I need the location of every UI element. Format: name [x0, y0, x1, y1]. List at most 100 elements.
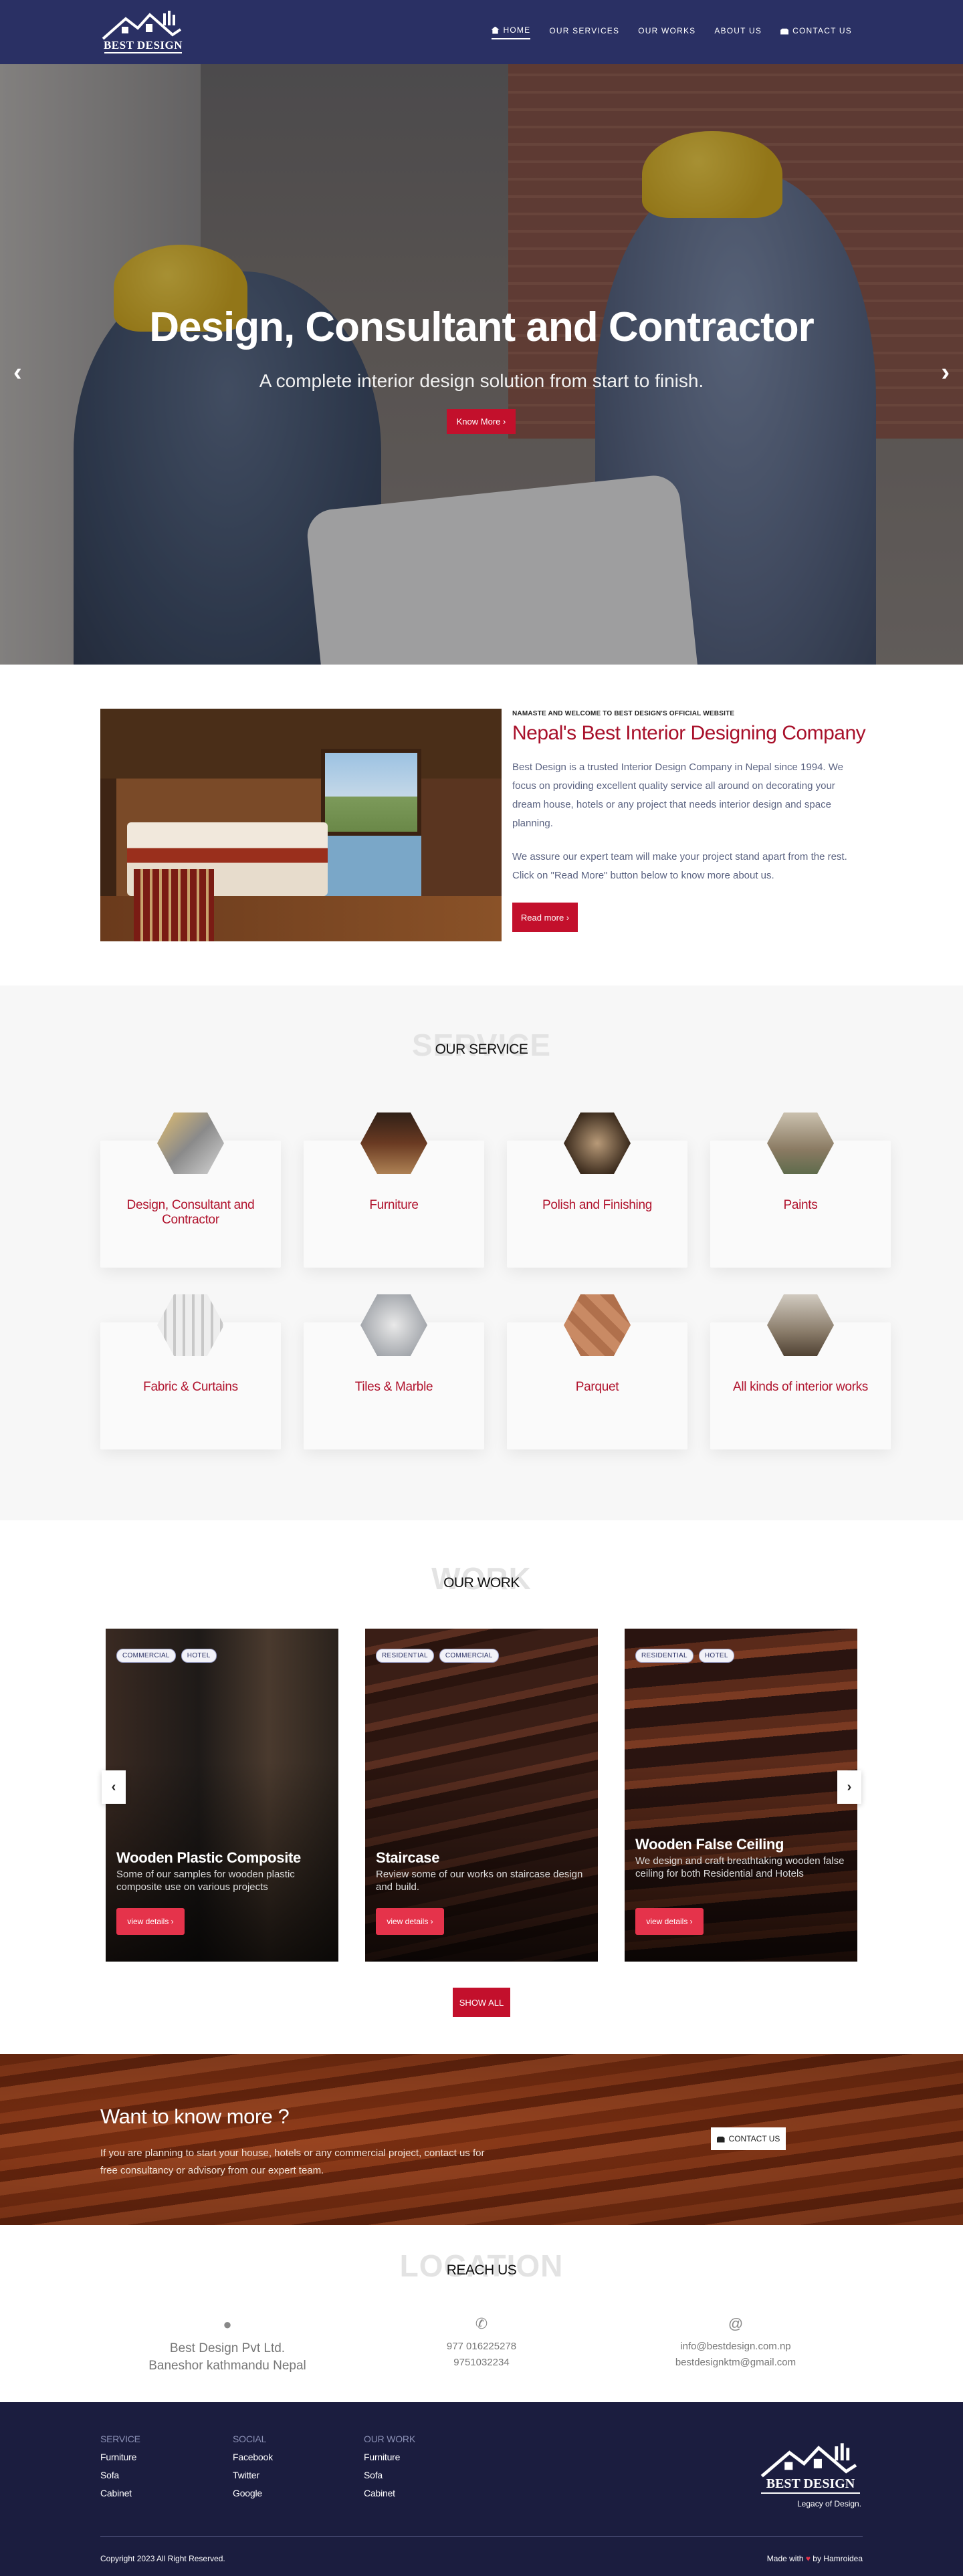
work-desc: Review some of our works on staircase de… — [376, 1869, 583, 1893]
about-paragraph-1: Best Design is a trusted Interior Design… — [512, 762, 843, 829]
email-address[interactable]: bestdesignktm@gmail.com — [655, 2355, 816, 2371]
hero-overlay — [0, 64, 963, 665]
view-details-button[interactable]: view details › — [376, 1908, 444, 1935]
footer-col-title: OUR WORK — [364, 2434, 415, 2444]
work-title: Staircase — [376, 1849, 440, 1866]
footer-col-service: SERVICE Furniture Sofa Cabinet — [100, 2434, 140, 2502]
work-desc: Some of our samples for wooden plastic c… — [116, 1869, 295, 1893]
footer-col-title: SOCIAL — [233, 2434, 267, 2444]
work-title: Wooden False Ceiling — [635, 1836, 784, 1853]
work-tag: COMMERCIAL — [116, 1649, 176, 1663]
service-title: Parquet — [575, 1380, 619, 1394]
service-title: Polish and Finishing — [542, 1198, 653, 1212]
service-card[interactable]: Furniture — [304, 1113, 484, 1268]
view-details-button[interactable]: view details › — [635, 1908, 704, 1935]
footer-link[interactable]: Furniture — [100, 2448, 140, 2466]
phone-number[interactable]: 9751032234 — [415, 2355, 548, 2371]
services-title: OUR SERVICE — [435, 1042, 528, 1057]
service-card[interactable]: Tiles & Marble — [304, 1294, 484, 1449]
work-card[interactable]: RESIDENTIAL HOTEL Wooden False Ceiling We… — [625, 1629, 857, 1962]
work-title: OUR WORK — [443, 1575, 520, 1591]
home-icon — [491, 26, 500, 34]
logo-house-icon — [760, 2443, 857, 2478]
nav-our-services[interactable]: OUR SERVICES — [549, 26, 619, 39]
service-title: Design, Consultant and Contractor — [126, 1198, 255, 1227]
chair-shape — [134, 869, 214, 941]
service-card[interactable]: Parquet — [507, 1294, 687, 1449]
cta-contact-button[interactable]: CONTACT US — [711, 2127, 786, 2150]
footer-link[interactable]: Sofa — [364, 2466, 415, 2484]
service-title: Fabric & Curtains — [143, 1380, 238, 1394]
logo-house-icon — [102, 11, 182, 40]
footer-logo[interactable]: BEST DESIGN Legacy of Design. — [757, 2442, 864, 2511]
footer-logo-underline — [761, 2492, 860, 2494]
nav-home-label: HOME — [503, 25, 531, 35]
footer-col-social: SOCIAL Facebook Twitter Google — [233, 2434, 273, 2502]
service-title: All kinds of interior works — [732, 1380, 869, 1394]
view-details-button[interactable]: view details › — [116, 1908, 185, 1935]
work-tag: RESIDENTIAL — [376, 1649, 434, 1663]
made-with-label: Made with — [766, 2554, 804, 2563]
top-navbar: BEST DESIGN HOME OUR SERVICES OUR WORKS … — [0, 0, 963, 64]
service-title: Tiles & Marble — [354, 1380, 433, 1394]
logo[interactable]: BEST DESIGN — [99, 9, 187, 56]
service-card[interactable]: Fabric & Curtains — [100, 1294, 281, 1449]
service-title: Paints — [783, 1198, 818, 1212]
nav-works-label: OUR WORKS — [638, 26, 696, 35]
phone-icon: ✆ — [475, 2315, 488, 2332]
nav-contact-label: CONTACT US — [792, 26, 852, 35]
service-card[interactable]: All kinds of interior works — [710, 1294, 891, 1449]
read-more-button[interactable]: Read more › — [512, 903, 578, 932]
nav-contact-us[interactable]: CONTACT US — [780, 26, 852, 39]
hero-next-arrow-icon[interactable]: › — [941, 358, 950, 387]
made-with: Made with ♥ by Hamroidea — [767, 2554, 863, 2563]
hero-prev-arrow-icon[interactable]: ‹ — [13, 358, 22, 387]
cta-shade — [0, 2054, 963, 2225]
location-title: REACH US — [446, 2262, 517, 2278]
footer-logo-text: BEST DESIGN — [766, 2476, 855, 2491]
address-block: ● Best Design Pvt Ltd. Baneshor kathmand… — [134, 2316, 321, 2375]
main-menu: HOME OUR SERVICES OUR WORKS ABOUT US CON… — [491, 25, 852, 39]
made-by[interactable]: by Hamroidea — [813, 2554, 863, 2563]
service-card[interactable]: Design, Consultant and Contractor — [100, 1113, 281, 1268]
work-tags: COMMERCIAL HOTEL — [116, 1649, 217, 1663]
hero-subtitle: A complete interior design solution from… — [259, 370, 704, 391]
nav-services-label: OUR SERVICES — [549, 26, 620, 35]
work-title: Wooden Plastic Composite — [116, 1849, 301, 1866]
know-more-button[interactable]: Know More › — [447, 409, 516, 434]
work-card[interactable]: COMMERCIAL HOTEL Wooden Plastic Composite… — [106, 1629, 338, 1962]
phone-block: ✆ 977 016225278 9751032234 — [415, 2316, 548, 2371]
work-tags: RESIDENTIAL COMMERCIAL — [376, 1649, 499, 1663]
footer-link[interactable]: Twitter — [233, 2466, 273, 2484]
hero-slider: Design, Consultant and Contractor A comp… — [0, 64, 963, 665]
email-address[interactable]: info@bestdesign.com.np — [655, 2339, 816, 2355]
show-all-button[interactable]: SHOW ALL — [453, 1988, 510, 2017]
phone-number[interactable]: 977 016225278 — [415, 2339, 548, 2355]
work-prev-arrow-icon[interactable]: ‹ — [102, 1770, 126, 1804]
service-card[interactable]: Paints — [710, 1113, 891, 1268]
about-paragraph-2: We assure our expert team will make your… — [512, 851, 847, 881]
about-bedroom-image — [100, 709, 502, 941]
work-card[interactable]: RESIDENTIAL COMMERCIAL Staircase Review s… — [365, 1629, 598, 1962]
footer-link[interactable]: Cabinet — [364, 2484, 415, 2502]
footer-link[interactable]: Facebook — [233, 2448, 273, 2466]
work-tag: HOTEL — [698, 1649, 734, 1663]
nav-our-works[interactable]: OUR WORKS — [638, 26, 696, 39]
hero-title: Design, Consultant and Contractor — [149, 304, 814, 350]
service-card[interactable]: Polish and Finishing — [507, 1113, 687, 1268]
footer-link[interactable]: Google — [233, 2484, 273, 2502]
window-shape — [321, 749, 421, 836]
footer-legacy: Legacy of Design. — [797, 2499, 862, 2508]
nav-about-label: ABOUT US — [714, 26, 762, 35]
bag-icon — [780, 28, 789, 35]
work-desc: We design and craft breathtaking wooden … — [635, 1855, 845, 1879]
cta-contact-label: CONTACT US — [728, 2134, 780, 2143]
nav-home[interactable]: HOME — [491, 25, 531, 39]
nav-about-us[interactable]: ABOUT US — [714, 26, 762, 39]
footer-link[interactable]: Sofa — [100, 2466, 140, 2484]
footer-link[interactable]: Cabinet — [100, 2484, 140, 2502]
footer-col-title: SERVICE — [100, 2434, 140, 2444]
logo-underline — [104, 52, 182, 53]
footer-link[interactable]: Furniture — [364, 2448, 415, 2466]
work-next-arrow-icon[interactable]: › — [837, 1770, 861, 1804]
